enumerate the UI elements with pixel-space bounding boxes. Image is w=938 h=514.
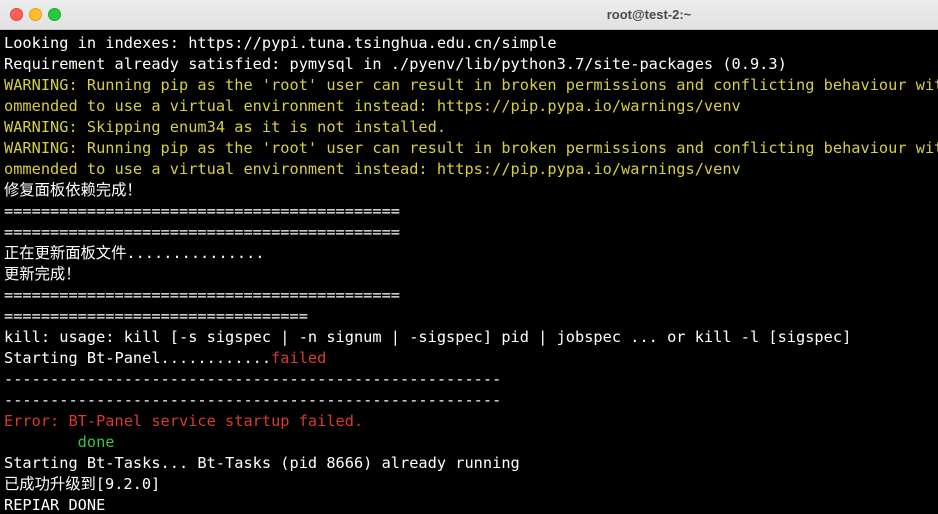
terminal-text-segment: ========================================…: [4, 286, 401, 304]
terminal-text-segment: ========================================…: [4, 223, 401, 241]
terminal-text-segment: Error: BT-Panel service startup failed.: [4, 412, 364, 430]
terminal-line: 已成功升级到[9.2.0]: [4, 474, 160, 495]
terminal-text-segment: ommended to use a virtual environment in…: [4, 97, 741, 115]
terminal-text-segment: =================================: [4, 307, 308, 325]
terminal-line: Error: BT-Panel service startup failed.: [4, 411, 363, 432]
terminal-text-segment: ----------------------------------------…: [4, 391, 502, 409]
terminal-text-segment: Starting Bt-Panel............: [4, 349, 272, 367]
terminal-line: ========================================…: [4, 222, 400, 243]
title-bar[interactable]: root@test-2:~: [0, 0, 938, 30]
terminal-line: ----------------------------------------…: [4, 369, 501, 390]
terminal-text-segment: done: [4, 433, 115, 451]
terminal-line: ========================================…: [4, 201, 400, 222]
terminal-line: ========================================…: [4, 285, 400, 306]
terminal-line: WARNING: Running pip as the 'root' user …: [4, 138, 938, 159]
terminal-line: ommended to use a virtual environment in…: [4, 159, 741, 180]
terminal-line: done: [4, 432, 115, 453]
terminal-line: WARNING: Running pip as the 'root' user …: [4, 75, 938, 96]
terminal-line: 更新完成！: [4, 264, 81, 285]
terminal-output[interactable]: Looking in indexes: https://pypi.tuna.ts…: [0, 32, 938, 514]
terminal-text-segment: WARNING: Running pip as the 'root' user …: [4, 76, 938, 94]
terminal-line: Starting Bt-Tasks... Bt-Tasks (pid 8666)…: [4, 453, 520, 474]
window-title: root@test-2:~: [606, 7, 692, 22]
terminal-text-segment: Starting Bt-Tasks... Bt-Tasks (pid 8666)…: [4, 454, 520, 472]
terminal-line: WARNING: Skipping enum34 as it is not in…: [4, 117, 446, 138]
terminal-text-segment: WARNING: Running pip as the 'root' user …: [4, 139, 938, 157]
terminal-text-segment: ========================================…: [4, 202, 401, 220]
terminal-line: ommended to use a virtual environment in…: [4, 96, 741, 117]
terminal-text-segment: 更新完成！: [4, 265, 81, 283]
terminal-line: Requirement already satisfied: pymysql i…: [4, 54, 787, 75]
terminal-text-segment: WARNING: Skipping enum34 as it is not in…: [4, 118, 447, 136]
terminal-line: 修复面板依赖完成！: [4, 180, 142, 201]
terminal-text-segment: failed: [271, 349, 327, 367]
terminal-line: Starting Bt-Panel............failed: [4, 348, 326, 369]
terminal-line: REPIAR DONE: [4, 495, 105, 514]
terminal-text-segment: 正在更新面板文件...............: [4, 244, 265, 262]
terminal-text-segment: REPIAR DONE: [4, 496, 106, 514]
terminal-text-segment: ommended to use a virtual environment in…: [4, 160, 741, 178]
terminal-line: 正在更新面板文件...............: [4, 243, 265, 264]
terminal-text-segment: 修复面板依赖完成！: [4, 181, 142, 199]
terminal-line: kill: usage: kill [-s sigspec | -n signu…: [4, 327, 851, 348]
terminal-line: Looking in indexes: https://pypi.tuna.ts…: [4, 33, 557, 54]
terminal-line: =================================: [4, 306, 308, 327]
terminal-window: root@test-2:~ Looking in indexes: https:…: [0, 0, 938, 514]
terminal-text-segment: 已成功升级到[9.2.0]: [4, 475, 161, 493]
terminal-text-segment: Requirement already satisfied: pymysql i…: [4, 55, 787, 73]
terminal-text-segment: kill: usage: kill [-s sigspec | -n signu…: [4, 328, 852, 346]
terminal-text-segment: Looking in indexes: https://pypi.tuna.ts…: [4, 34, 557, 52]
terminal-line: ----------------------------------------…: [4, 390, 501, 411]
terminal-text-segment: ----------------------------------------…: [4, 370, 502, 388]
